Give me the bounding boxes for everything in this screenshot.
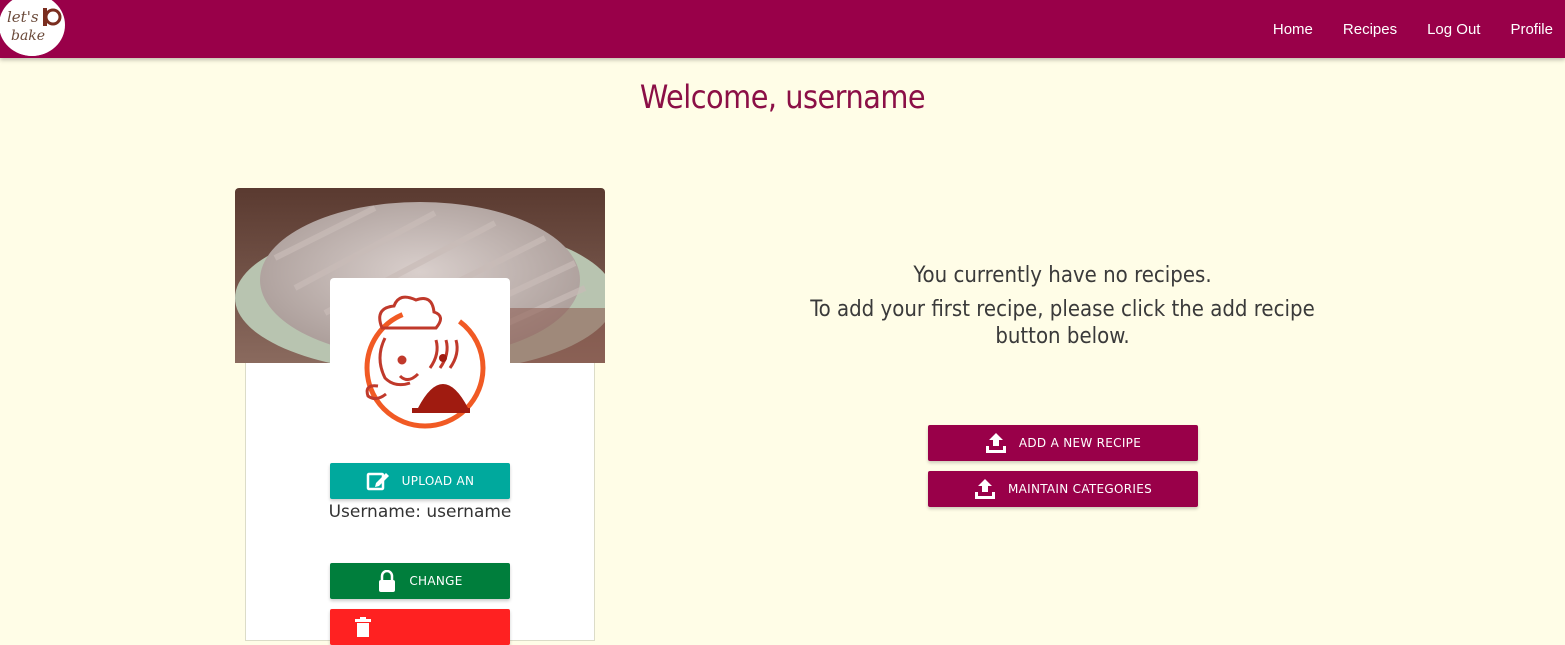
upload-avatar-label: UPLOAD AN [401, 474, 475, 488]
username-text: Username: username [328, 502, 512, 522]
lock-icon [377, 570, 397, 592]
navbar: let's bake Home Recipes Log Out Profile [0, 0, 1565, 58]
avatar [330, 278, 510, 438]
chef-icon [364, 295, 486, 429]
nav-profile[interactable]: Profile [1510, 21, 1553, 38]
nav-recipes[interactable]: Recipes [1343, 21, 1397, 38]
add-recipe-instructions: To add your first recipe, please click t… [810, 297, 1315, 349]
add-recipe-label: ADD A NEW RECIPE [1018, 436, 1142, 450]
nav-home[interactable]: Home [1273, 21, 1313, 38]
page-title: Welcome, username [639, 78, 926, 116]
logo-icon: let's bake [1, 0, 63, 56]
upload-icon [974, 478, 996, 500]
svg-text:let's: let's [7, 8, 39, 26]
upload-icon [985, 432, 1007, 454]
delete-account-button[interactable] [330, 609, 510, 645]
upload-avatar-button[interactable]: UPLOAD AN [330, 463, 510, 499]
change-password-button[interactable]: CHANGE [330, 563, 510, 599]
brand-logo[interactable]: let's bake [0, 0, 65, 56]
trash-icon [354, 617, 372, 637]
svg-text:bake: bake [11, 28, 45, 44]
no-recipes-message: You currently have no recipes. [913, 263, 1212, 288]
maintain-categories-label: MAINTAIN CATEGORIES [1007, 482, 1153, 496]
edit-icon [366, 470, 390, 492]
add-recipe-button[interactable]: ADD A NEW RECIPE [928, 425, 1198, 461]
maintain-categories-button[interactable]: MAINTAIN CATEGORIES [928, 471, 1198, 507]
change-password-label: CHANGE [409, 574, 463, 588]
nav-logout[interactable]: Log Out [1427, 21, 1480, 38]
